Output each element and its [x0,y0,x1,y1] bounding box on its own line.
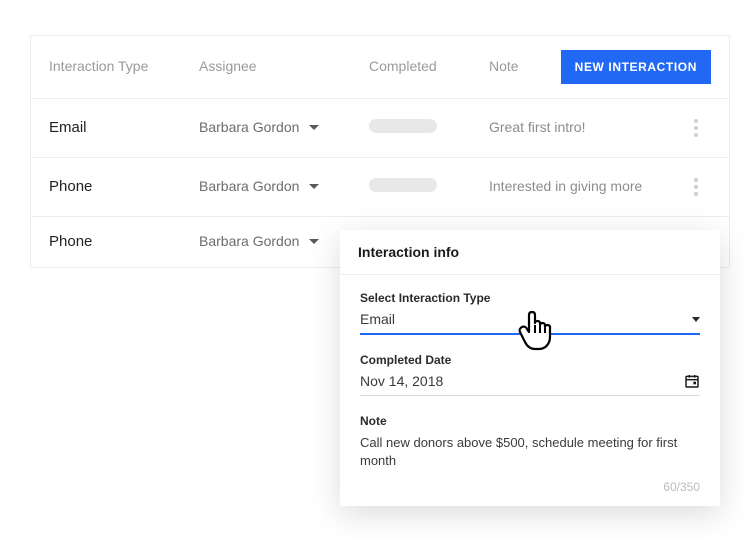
chevron-down-icon [309,125,319,130]
table-row: Phone Barbara Gordon Interested in givin… [31,158,729,217]
completed-placeholder [369,178,437,192]
table-header-row: Interaction Type Assignee Completed Note… [31,36,729,99]
panel-title: Interaction info [358,244,459,260]
table-row: Email Barbara Gordon Great first intro! [31,99,729,158]
header-completed: Completed [369,58,437,74]
completed-date-input[interactable]: Nov 14, 2018 [360,373,700,396]
row-type-value: Phone [49,178,92,195]
row-note-value: Great first intro! [489,119,585,135]
completed-date-value: Nov 14, 2018 [360,373,443,389]
assignee-select[interactable]: Barbara Gordon [199,233,319,249]
row-type-value: Email [49,119,87,136]
more-options-button[interactable] [690,115,702,141]
assignee-select[interactable]: Barbara Gordon [199,178,319,194]
row-note-value: Interested in giving more [489,178,642,194]
new-interaction-button[interactable]: NEW INTERACTION [561,50,711,84]
header-note: Note [489,58,519,74]
completed-placeholder [369,119,437,133]
assignee-name: Barbara Gordon [199,233,299,249]
interaction-type-value: Email [360,311,395,327]
header-type: Interaction Type [49,58,148,74]
interaction-type-label: Select Interaction Type [360,291,700,305]
assignee-select[interactable]: Barbara Gordon [199,119,319,135]
completed-date-label: Completed Date [360,353,700,367]
chevron-down-icon [692,317,700,322]
chevron-down-icon [309,239,319,244]
chevron-down-icon [309,184,319,189]
header-assignee: Assignee [199,58,257,74]
note-char-count: 60/350 [360,480,700,494]
note-label: Note [360,414,700,428]
panel-header: Interaction info [340,230,720,275]
interaction-info-panel: Interaction info Select Interaction Type… [340,230,720,506]
calendar-icon [684,373,700,389]
assignee-name: Barbara Gordon [199,119,299,135]
interaction-type-select[interactable]: Email [360,311,700,335]
more-options-button[interactable] [690,174,702,200]
assignee-name: Barbara Gordon [199,178,299,194]
note-textarea[interactable]: Call new donors above $500, schedule mee… [360,434,700,470]
row-type-value: Phone [49,233,92,250]
